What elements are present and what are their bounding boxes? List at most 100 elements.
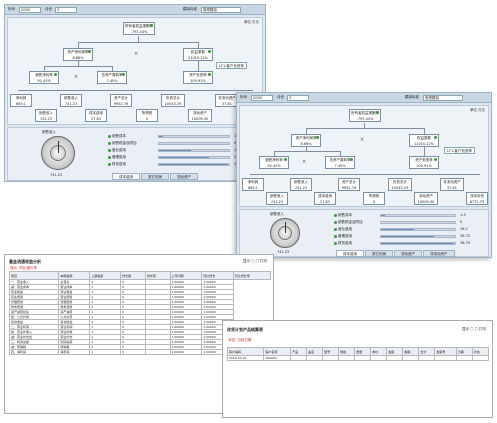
multiplier-node[interactable]: 权益乘数 11010.22% (409, 134, 439, 147)
standard-select[interactable]: 常规模拟 (423, 95, 463, 101)
sheet1-controls[interactable]: 显示 □ □ 打印 (243, 259, 267, 264)
column-header: 状态 (471, 347, 490, 356)
toolbar: 年份 2009 月份 3 模拟标准 常规模拟 (237, 93, 491, 103)
legend-bar (158, 155, 230, 159)
cost-node[interactable]: 成本费用 27.83 (314, 192, 336, 205)
gauge-value: 741.23 (277, 250, 290, 254)
column-header: 规格 (338, 347, 356, 356)
legend-item: 管理费用 (334, 234, 352, 239)
column-header: 金额 (386, 347, 404, 356)
legend-value: 1.3 (460, 213, 466, 217)
table-cell (290, 355, 308, 361)
sales-node-2[interactable]: 销售收入 741.23 (60, 94, 82, 107)
column-header: 本期金额 (58, 271, 91, 280)
gauge-title: 销售收入 (42, 130, 56, 134)
column-header: 客户编码 (226, 347, 265, 356)
report-sheet-2: 存货计划产品结算表 显示 □ □ 打印 ·状态 ·当前日期 客户编码 客户名称 产品… (222, 320, 493, 418)
table-cell: 四、净利润 (8, 349, 60, 355)
legend-bar (158, 134, 230, 138)
standard-label: 模拟标准 (405, 95, 419, 99)
legend-bar (158, 141, 230, 145)
net-profit-node[interactable]: 净利润 685.1 (10, 94, 32, 107)
turnover-node[interactable]: 总资产周转率 7.45% (325, 156, 355, 169)
bottom-panel: 销售收入 741.23 销售成本1.3销售税金及附加0营业费用16.2管理费用2… (7, 127, 263, 181)
tax-node[interactable]: 所得税 0 (363, 192, 385, 205)
column-header: 上期金额 (89, 271, 122, 280)
current-node[interactable]: 流动资产 10009.30 (414, 192, 438, 205)
tab-other-profit[interactable]: 其它利润 (141, 173, 169, 180)
turnover-node[interactable]: 总资产周转率 7.45% (97, 71, 127, 84)
debt-note: LF1:客户负债率 (444, 147, 475, 154)
column-header: 型号 (322, 347, 340, 356)
debt-node[interactable]: 资产负债率 100.91% (183, 71, 213, 84)
month-select[interactable]: 3 (287, 95, 309, 101)
liab-node[interactable]: 负债总计 10043.29 (161, 94, 185, 107)
legend-value: 36.79 (460, 241, 471, 245)
margin-node[interactable]: 销售净利率 92.43% (29, 71, 59, 84)
cur-liab-node[interactable]: 流动负债6772.75 (466, 192, 488, 205)
assets-node[interactable]: 资产总计 9952.76 (110, 94, 132, 107)
multiplier-node[interactable]: 权益乘数 11010.22% (183, 48, 213, 61)
table-cell (471, 355, 490, 361)
legend-item: 营业费用 (334, 227, 352, 232)
legend-item: 财务费用 (108, 162, 126, 167)
toolbar: 年份 2009 月份 3 模拟标准 常规模拟 (5, 5, 265, 15)
noncurrent-node[interactable]: 非流动资产 37.81 (440, 178, 464, 191)
tab-current-assets[interactable]: 流动资产 (394, 250, 422, 257)
dupont-window-back: 年份 2009 月份 3 模拟标准 常规模拟 单位:万元 所有者权益报酬率 -79… (4, 4, 266, 182)
column-header: 单价 (370, 347, 388, 356)
sales-node-1[interactable]: 销售收入 741.23 (266, 192, 288, 205)
table-cell: 1 (89, 349, 122, 355)
tab-cost[interactable]: 成本费用 (336, 250, 364, 257)
cost-node[interactable]: 成本费用 27.83 (85, 109, 107, 122)
year-label: 年份 (240, 95, 247, 99)
roe-node[interactable]: 所有者权益报酬率 -793.44% (349, 109, 381, 122)
standard-select[interactable]: 常规模拟 (201, 7, 241, 13)
month-label: 月份 (45, 7, 52, 11)
bottom-panel: 销售收入 741.23 销售成本1.3销售税金及附加0营业费用16.2管理费用2… (239, 209, 489, 257)
tax-node[interactable]: 所得税 0 (136, 109, 158, 122)
sheet2-controls[interactable]: 显示 □ □ 打印 (462, 327, 486, 332)
current-node[interactable]: 流动资产 10009.30 (188, 109, 212, 122)
assets-node[interactable]: 资产总计 9952.76 (338, 178, 360, 191)
column-header: 增长额 (120, 271, 146, 280)
column-header: 同比增长 (201, 271, 234, 280)
column-header: 合计 (418, 347, 436, 356)
legend-value: 26.72 (460, 234, 471, 238)
legend-bar (380, 241, 456, 245)
legend-value: 16.2 (460, 227, 468, 231)
year-label: 年份 (8, 7, 15, 11)
column-header: 数量 (354, 347, 372, 356)
tab-other-profit[interactable]: 其它利润 (365, 250, 393, 257)
roa-node[interactable]: 资产净利润率 8.66% (291, 134, 321, 147)
column-header: 项目 (8, 271, 60, 280)
sales-node-1[interactable]: 销售收入 741.23 (35, 109, 57, 122)
legend-bar (380, 234, 456, 238)
table-cell: 2010-03-01 (226, 355, 265, 361)
debt-note: LF1:客户负债率 (216, 62, 247, 69)
tab-cost[interactable]: 成本费用 (112, 173, 140, 180)
margin-node[interactable]: 销售净利率 92.43% (259, 156, 289, 169)
dupont-tree: 单位:万元 所有者权益报酬率 -793.44% 资产净利润率 8.66% × 权益乘… (7, 17, 263, 125)
debt-node[interactable]: 资产负债率 100.91% (409, 156, 439, 169)
month-select[interactable]: 3 (55, 7, 77, 13)
column-header: 上年同期 (169, 271, 203, 280)
net-profit-node[interactable]: 净利润 685.1 (242, 178, 264, 191)
legend-bar (158, 162, 230, 166)
liab-node[interactable]: 负债总计 10043.29 (388, 178, 412, 191)
year-select[interactable]: 2009 (19, 7, 41, 13)
year-select[interactable]: 2009 (251, 95, 273, 101)
legend-item: 销售税金及附加 (108, 141, 137, 146)
roe-node[interactable]: 所有者权益报酬率 -793.44% (123, 22, 155, 35)
legend-item: 销售成本 (108, 134, 126, 139)
sheet2-options[interactable]: ·状态 ·当前日期 (227, 338, 251, 343)
tab-noncurrent-assets[interactable]: 非流动资产 (423, 250, 455, 257)
roa-node[interactable]: 资产净利润率 8.66% (63, 48, 93, 61)
tab-current-assets[interactable]: 流动资产 (170, 173, 198, 180)
sales-node-2[interactable]: 销售收入 741.23 (290, 178, 312, 191)
table-cell (354, 355, 372, 361)
sheet2-table: 客户编码 客户名称 产品 品名 型号 规格 数量 单价 金额 税额 合计 发票号 日期 状态 2010-03… (226, 347, 490, 361)
table-row[interactable]: 2010-03-01 A00001 (226, 355, 490, 361)
legend-bar (380, 213, 456, 217)
legend-item: 管理费用 (108, 155, 126, 160)
